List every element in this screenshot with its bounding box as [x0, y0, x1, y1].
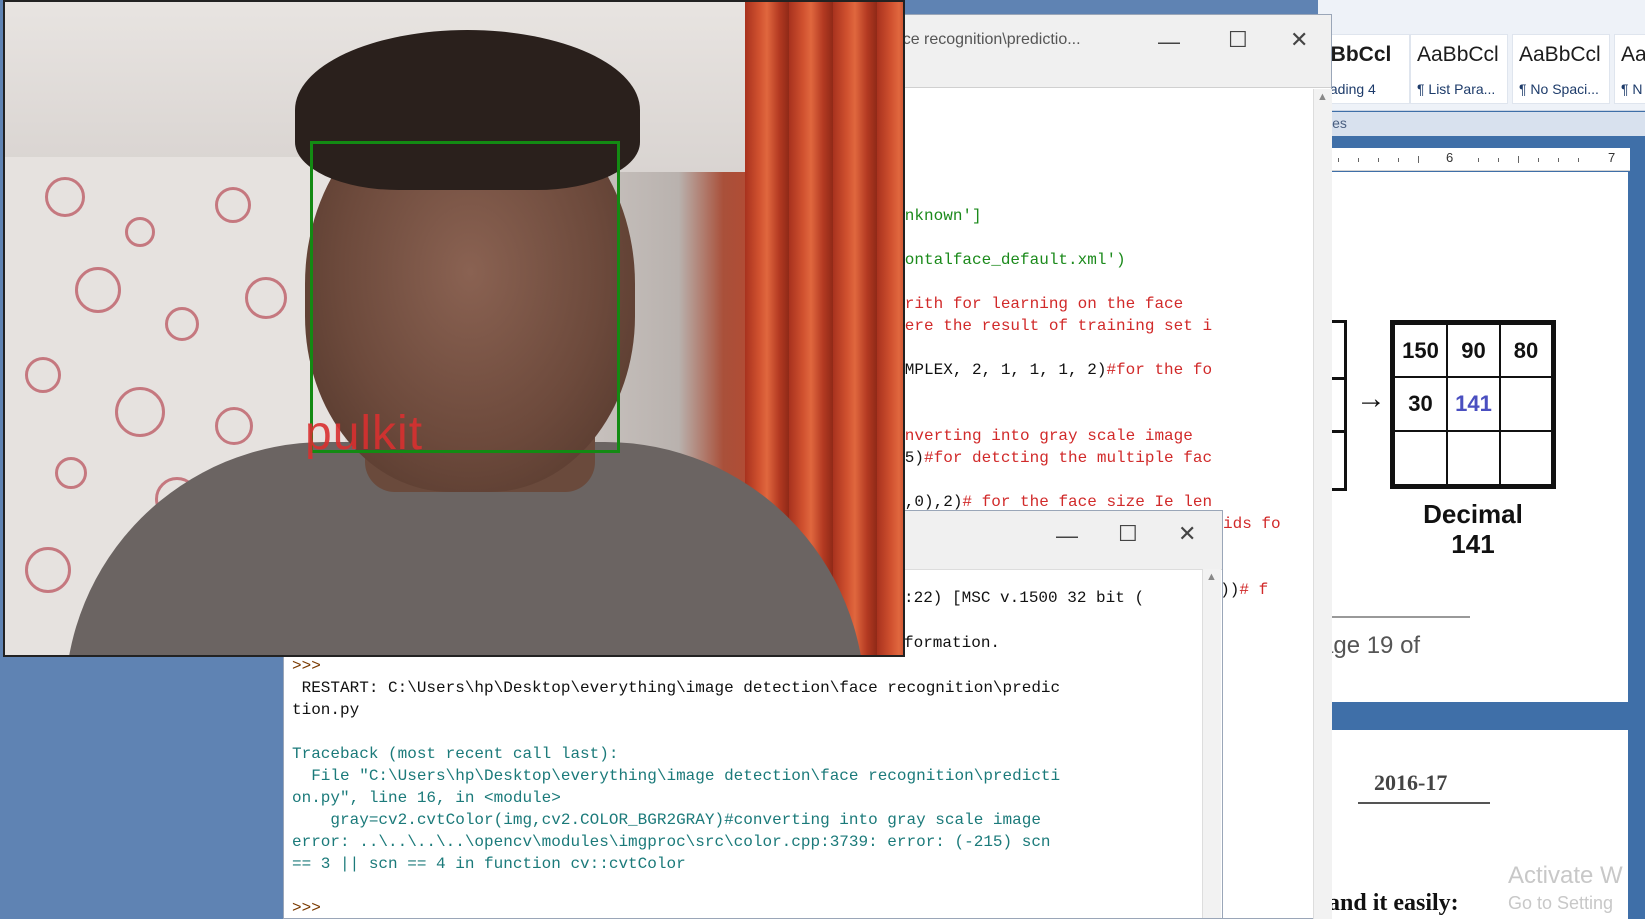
- document-page: 2016-17 tand it easily:: [1318, 730, 1628, 919]
- code-line[interactable]: _frontalface_default.xml'): [876, 251, 1126, 269]
- traceback-line: File "C:\Users\hp\Desktop\everything\ima…: [292, 767, 1061, 785]
- grid-cell: 150: [1393, 323, 1448, 378]
- shell-titlebar: — ☐ ✕: [864, 511, 1222, 570]
- scroll-up-icon[interactable]: ▲: [1206, 571, 1217, 583]
- grid-cell: [1393, 430, 1448, 486]
- close-icon[interactable]: ✕: [1178, 521, 1196, 547]
- shell-info-line: formation.: [904, 634, 1001, 652]
- minimize-icon[interactable]: —: [1056, 523, 1078, 549]
- shell-prompt: >>>: [292, 657, 321, 675]
- activate-windows-subtitle: Go to Setting: [1508, 893, 1614, 913]
- decimal-caption: Decimal 141: [1390, 499, 1556, 559]
- styles-ribbon: aBbCcl leading 4 AaBbCcl ¶ List Para... …: [1312, 0, 1645, 111]
- grid-cell: [1446, 430, 1501, 486]
- divider: [1318, 616, 1470, 618]
- minimize-icon[interactable]: —: [1158, 29, 1180, 55]
- year-heading: 2016-17: [1374, 770, 1448, 795]
- code-line[interactable]: _SIMPLEX, 2, 1, 1, 1, 2)#for the fo: [876, 361, 1212, 379]
- traceback-line: on.py", line 16, in <module>: [292, 789, 561, 807]
- scroll-up-icon[interactable]: ▲: [1317, 91, 1328, 103]
- code-line[interactable]: .3,5)#for detcting the multiple fac: [876, 449, 1212, 467]
- ruler-number: 7: [1608, 150, 1616, 165]
- shell-header-line: :22) [MSC v.1500 32 bit (: [904, 589, 1145, 607]
- activate-windows-title: Activate W: [1508, 862, 1623, 889]
- code-line[interactable]: 128,0),2)# for the face size Ie len: [876, 493, 1212, 511]
- grid-cell: [1499, 430, 1553, 486]
- style-name: ¶ List Para...: [1417, 81, 1496, 97]
- ruler[interactable]: 6 7: [1318, 148, 1630, 171]
- code-line[interactable]: where the result of training set i: [876, 317, 1212, 335]
- close-icon[interactable]: ✕: [1290, 27, 1308, 53]
- face-label: pulkit: [305, 407, 424, 460]
- style-name: ¶ N: [1621, 81, 1643, 97]
- decimal-label: Decimal: [1423, 499, 1523, 529]
- restart-line: RESTART: C:\Users\hp\Desktop\everything\…: [292, 679, 1061, 697]
- style-sample: Aal: [1621, 43, 1645, 66]
- editor-title: n\face recognition\predictio...: [876, 31, 1081, 48]
- arrow-icon: →: [1356, 382, 1386, 415]
- code-line[interactable]: lgorith for learning on the face: [876, 295, 1183, 313]
- maximize-icon[interactable]: ☐: [1118, 521, 1138, 547]
- decimal-value: 141: [1451, 529, 1495, 559]
- maximize-icon[interactable]: ☐: [1228, 27, 1248, 53]
- style-list-paragraph[interactable]: AaBbCcl ¶ List Para...: [1410, 34, 1508, 104]
- shell-prompt[interactable]: >>>: [292, 899, 321, 917]
- style-sample: AaBbCcl: [1519, 43, 1601, 66]
- traceback-line: gray=cv2.cvtColor(img,cv2.COLOR_BGR2GRAY…: [292, 811, 1041, 829]
- grid-cell: 90: [1446, 323, 1501, 378]
- restart-line-cont: tion.py: [292, 701, 360, 719]
- style-normal[interactable]: Aal ¶ N: [1614, 34, 1645, 104]
- page-number: age 19 of: [1320, 632, 1421, 659]
- grid-cell: [1499, 376, 1553, 432]
- webcam-frame-window: pulkit: [3, 0, 905, 657]
- editor-titlebar: n\face recognition\predictio... — ☐ ✕: [866, 15, 1331, 88]
- traceback-line: == 3 || scn == 4 in function cv::cvtColo…: [292, 855, 686, 873]
- shell-scrollbar[interactable]: ▲: [1202, 569, 1221, 918]
- editor-scrollbar[interactable]: ▲: [1313, 89, 1332, 919]
- style-no-spacing[interactable]: AaBbCcl ¶ No Spaci...: [1512, 34, 1610, 104]
- grid-cell-highlight: 141: [1446, 376, 1501, 432]
- grid-cell: 30: [1393, 376, 1448, 432]
- word-window: aBbCcl leading 4 AaBbCcl ¶ List Para... …: [1312, 0, 1645, 919]
- code-line[interactable]: ids fo: [1223, 515, 1281, 533]
- grid-cell: 80: [1499, 323, 1553, 378]
- traceback-line: Traceback (most recent call last):: [292, 745, 619, 763]
- style-sample: AaBbCcl: [1417, 43, 1499, 66]
- result-grid: 150 90 80 30 141: [1390, 320, 1556, 489]
- ruler-number: 6: [1446, 150, 1454, 165]
- code-line[interactable]: #converting into gray scale image: [876, 427, 1193, 445]
- traceback-line: error: ..\..\..\..\opencv\modules\imgpro…: [292, 833, 1051, 851]
- body-text: tand it easily:: [1320, 890, 1459, 916]
- style-name: ¶ No Spaci...: [1519, 81, 1599, 97]
- styles-group-label: yles: [1318, 112, 1645, 136]
- document-page: → 150 90 80 30 141 Decimal 141 age 19 of: [1314, 172, 1628, 702]
